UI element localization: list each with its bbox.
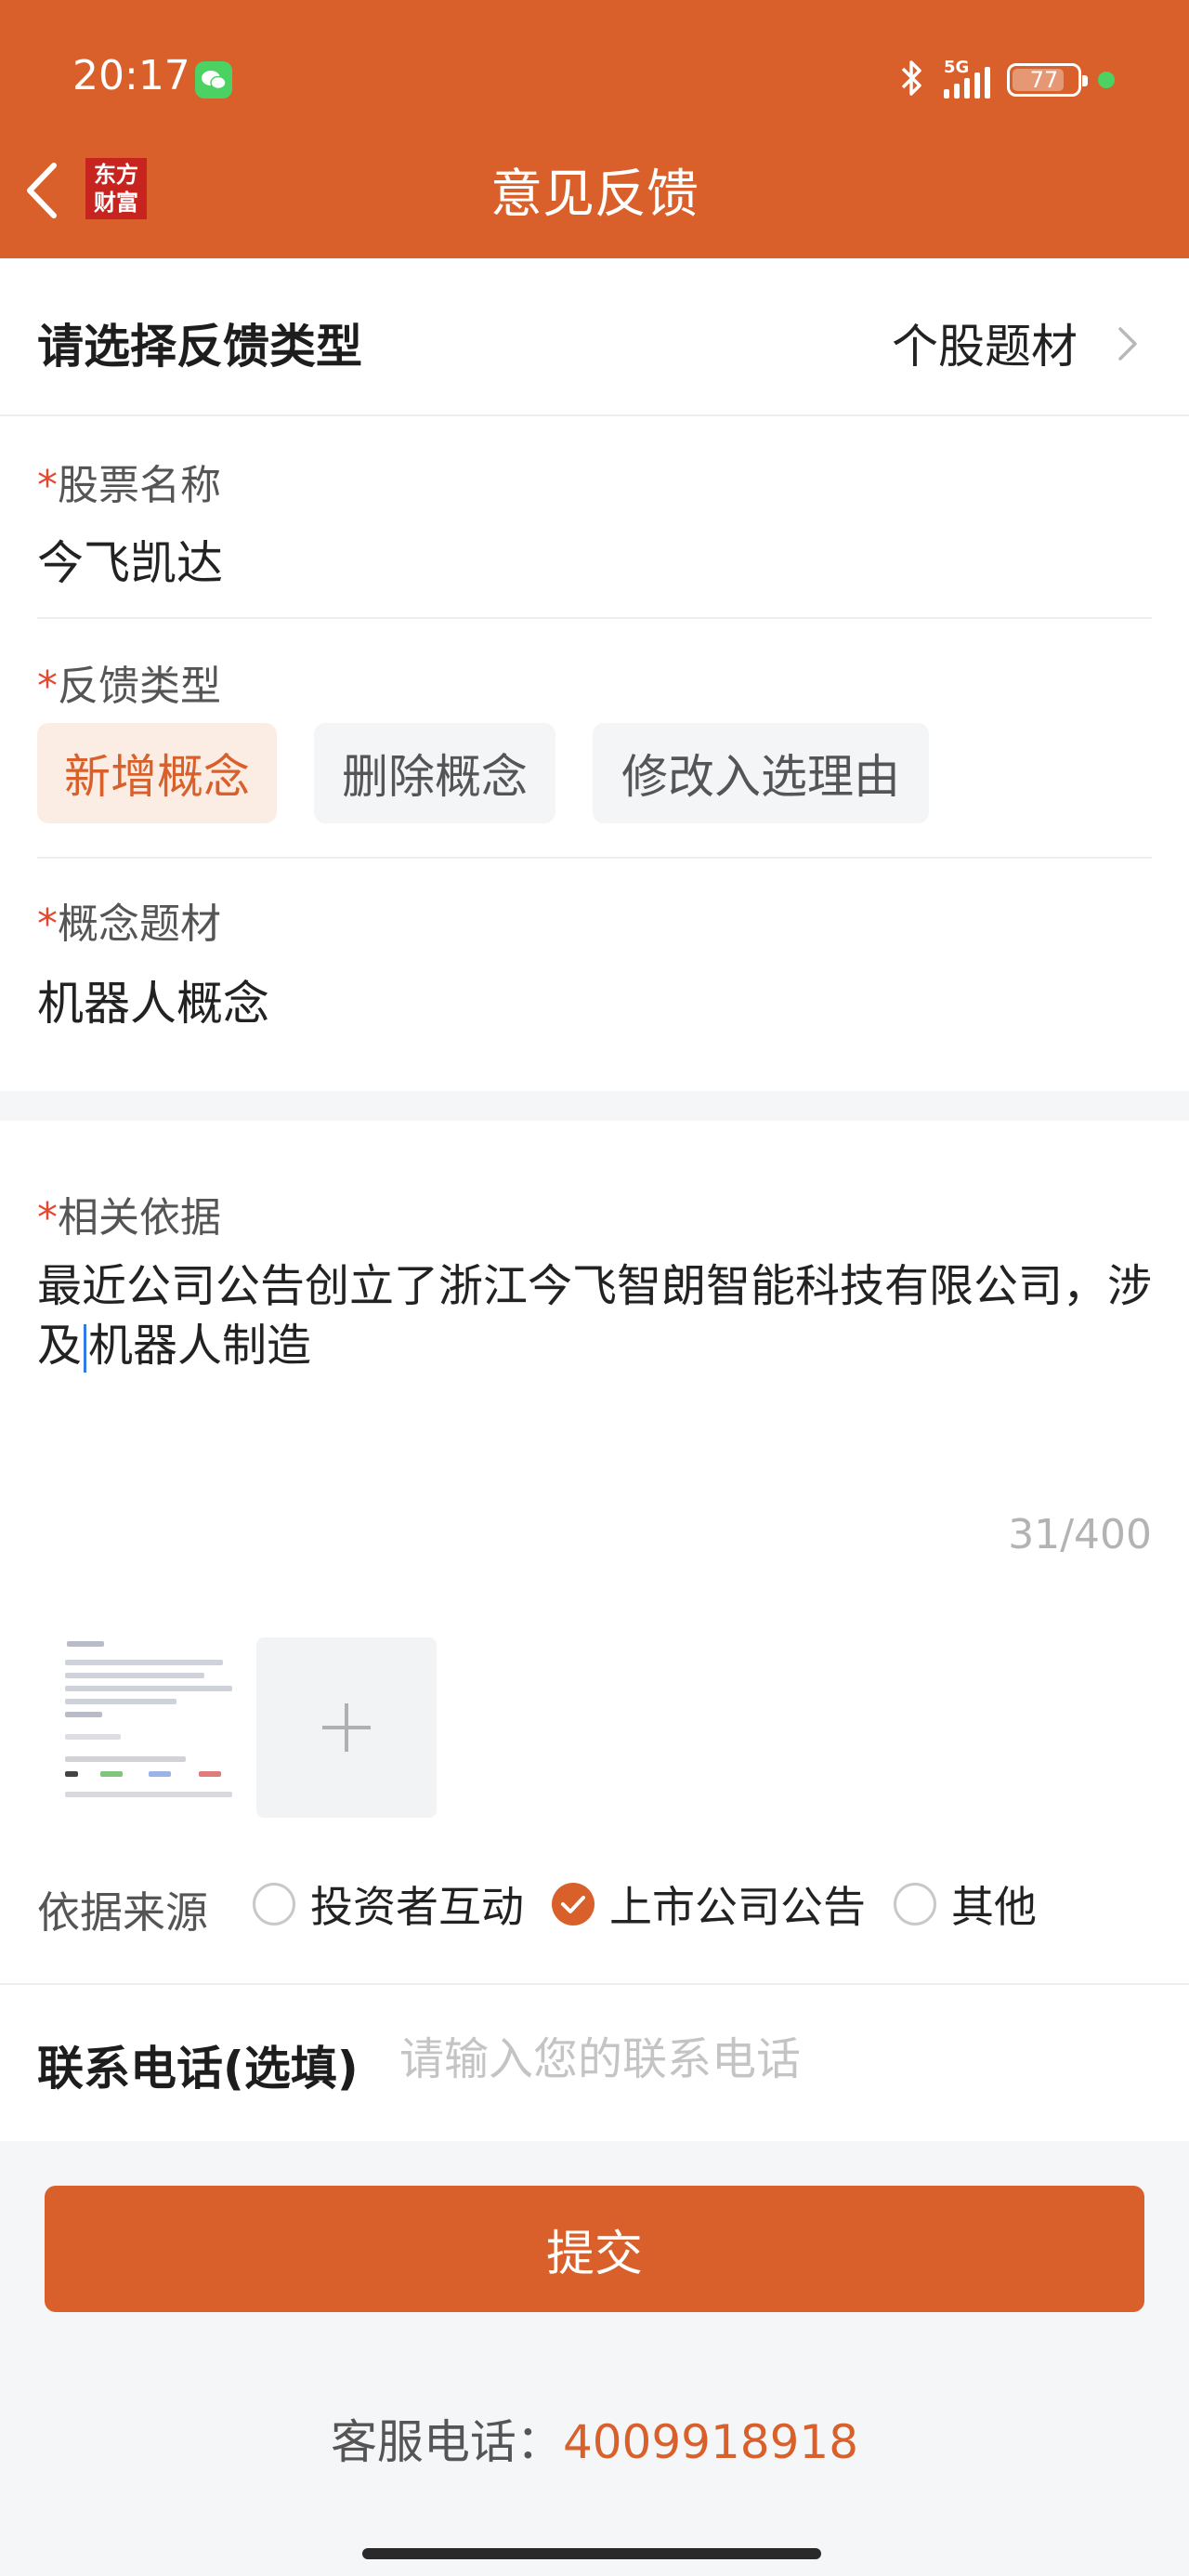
plus-icon: [322, 1703, 371, 1752]
divider: [0, 1983, 1189, 1985]
service-label: 客服电话：: [330, 2415, 563, 2469]
customer-service: 客服电话：4009918918: [0, 2405, 1189, 2472]
radio-company-announcement[interactable]: 上市公司公告: [552, 1873, 866, 1935]
status-indicators: 5G 77: [895, 58, 1115, 102]
status-time: 20:17: [72, 52, 190, 99]
service-phone-number[interactable]: 4009918918: [563, 2415, 858, 2469]
chevron-right-icon: [1118, 327, 1137, 361]
wechat-notification-icon: [195, 61, 232, 99]
concept-label: *概念题材: [37, 900, 221, 948]
stock-name-label: *股票名称: [37, 462, 221, 509]
divider: [37, 617, 1152, 619]
divider: [37, 857, 1152, 859]
concept-value[interactable]: 机器人概念: [37, 966, 269, 1033]
form-top-section: *股票名称 今飞凯达 *反馈类型 新增概念 删除概念 修改入选理由 *概念题材 …: [0, 416, 1189, 1091]
feedback-type-label: 请选择反馈类型: [37, 320, 362, 374]
radio-checked-icon: [552, 1883, 594, 1925]
battery-level: 77: [1029, 67, 1059, 93]
form-bottom-section: *相关依据 最近公司公告创立了浙江今飞智朗智能科技有限公司，涉及 机器人制造 31…: [0, 1121, 1189, 2141]
submit-button[interactable]: 提交: [45, 2186, 1144, 2312]
phone-input[interactable]: [399, 2022, 1143, 2096]
source-label: 依据来源: [37, 1887, 208, 1938]
add-image-button[interactable]: [256, 1637, 437, 1818]
required-mark: *: [37, 900, 58, 948]
attached-image-thumbnail[interactable]: [59, 1634, 240, 1814]
cellular-signal-icon: 5G: [944, 58, 990, 99]
chip-modify-reason[interactable]: 修改入选理由: [593, 723, 929, 823]
battery-icon: 77: [1007, 63, 1088, 97]
char-counter: 31/400: [1008, 1511, 1152, 1558]
basis-label: *相关依据: [37, 1194, 221, 1242]
bluetooth-icon: [895, 58, 927, 102]
radio-unchecked-icon: [894, 1883, 936, 1925]
required-mark: *: [37, 663, 58, 710]
required-mark: *: [37, 462, 58, 509]
chip-delete-concept[interactable]: 删除概念: [314, 723, 555, 823]
radio-unchecked-icon: [253, 1883, 295, 1925]
page-title: 意见反馈: [490, 164, 699, 225]
feedback-type-selector[interactable]: 请选择反馈类型 个股题材: [0, 258, 1189, 416]
privacy-dot-icon: [1098, 72, 1115, 88]
feedback-type-value: 个股题材: [892, 320, 1078, 374]
network-type: 5G: [944, 58, 970, 77]
category-label: *反馈类型: [37, 663, 221, 710]
required-mark: *: [37, 1194, 58, 1242]
basis-textarea[interactable]: 最近公司公告创立了浙江今飞智朗智能科技有限公司，涉及 机器人制造: [37, 1256, 1152, 1375]
home-indicator[interactable]: [362, 2548, 821, 2559]
text-cursor: [84, 1324, 87, 1373]
phone-label: 联系电话(选填): [37, 2042, 359, 2096]
stock-name-value[interactable]: 今飞凯达: [37, 526, 223, 593]
radio-investor-interaction[interactable]: 投资者互动: [253, 1873, 524, 1935]
app-header: 20:17 5G 77 东方 财富 意见反馈: [0, 0, 1189, 258]
radio-other[interactable]: 其他: [894, 1873, 1037, 1935]
chip-add-concept[interactable]: 新增概念: [37, 723, 277, 823]
